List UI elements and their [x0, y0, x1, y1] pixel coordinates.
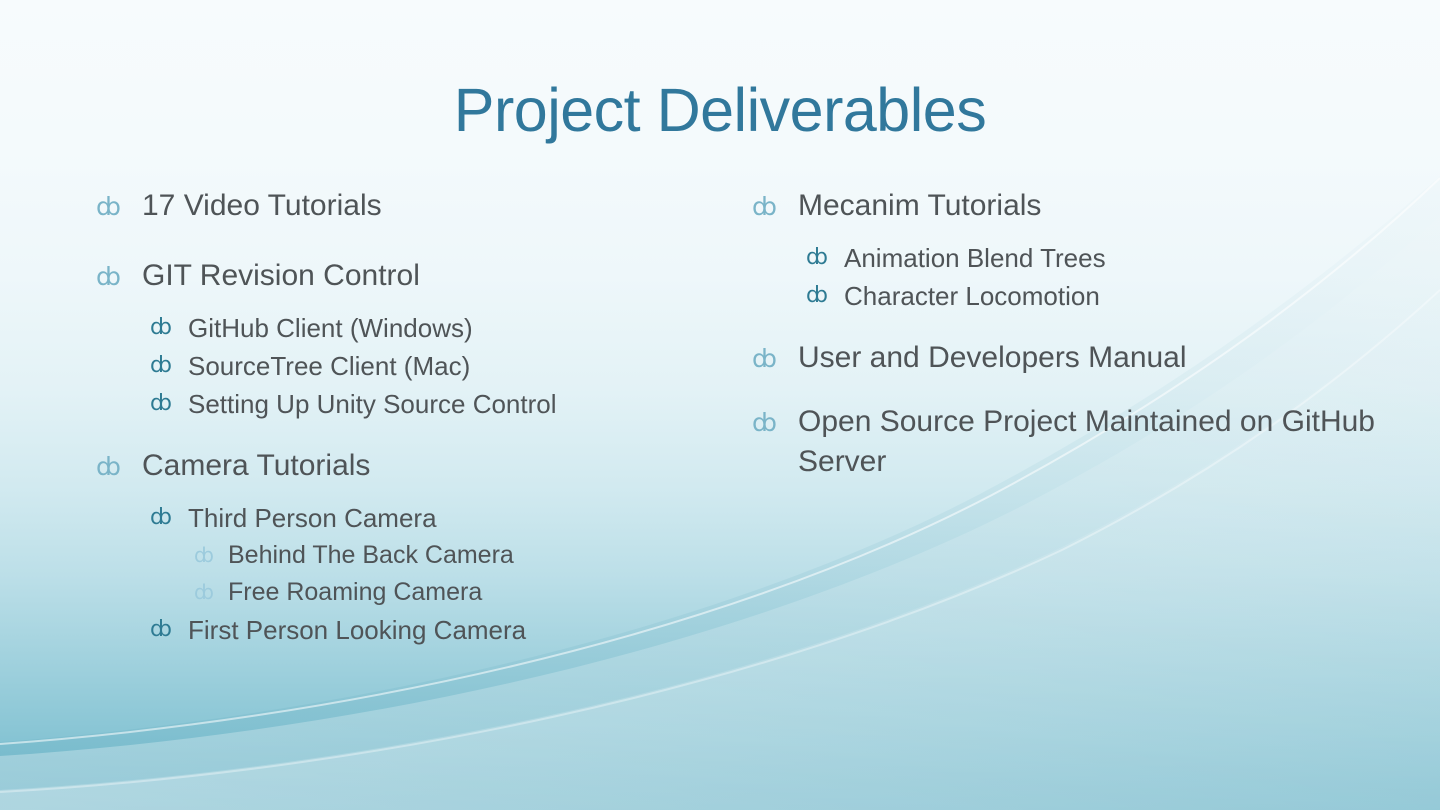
bullet-marker-icon: ȸ [806, 245, 828, 270]
bullet-text: Camera Tutorials [142, 449, 371, 482]
bullet-marker-icon: ȸ [752, 408, 777, 437]
bullet-text: First Person Looking Camera [188, 615, 527, 645]
bullet-item-setting-up-unity-source-control: ȸ Setting Up Unity Source Control [96, 386, 696, 422]
bullet-item-character-locomotion: ȸ Character Locomotion [752, 278, 1382, 314]
bullet-item-github-client-windows: ȸ GitHub Client (Windows) [96, 310, 696, 346]
bullet-text: Open Source Project Maintained on GitHub… [798, 405, 1375, 478]
left-content-column: ȸ 17 Video Tutorials ȸ GIT Revision Cont… [96, 186, 696, 650]
bullet-marker-icon: ȸ [96, 192, 121, 221]
bullet-marker-icon: ȸ [194, 543, 214, 567]
bullet-item-third-person-camera: ȸ Third Person Camera [96, 500, 696, 536]
bullet-text: 17 Video Tutorials [142, 189, 382, 222]
bullet-text: Character Locomotion [844, 281, 1100, 311]
bullet-marker-icon: ȸ [150, 353, 172, 378]
bullet-marker-icon: ȸ [150, 505, 172, 530]
bullet-item-sourcetree-client-mac: ȸ SourceTree Client (Mac) [96, 348, 696, 384]
bullet-text: Behind The Back Camera [228, 541, 514, 569]
bullet-marker-icon: ȸ [752, 192, 777, 221]
bullet-item-user-and-developers-manual: ȸ User and Developers Manual [752, 338, 1382, 378]
bullet-marker-icon: ȸ [150, 391, 172, 416]
bullet-marker-icon: ȸ [194, 580, 214, 604]
bullet-item-animation-blend-trees: ȸ Animation Blend Trees [752, 240, 1382, 276]
bullet-text: Setting Up Unity Source Control [188, 389, 557, 419]
bullet-marker-icon: ȸ [150, 617, 172, 642]
bullet-text: User and Developers Manual [798, 341, 1187, 374]
bullet-marker-icon: ȸ [806, 283, 828, 308]
bullet-item-camera-tutorials: ȸ Camera Tutorials [96, 446, 696, 486]
bullet-text: Free Roaming Camera [228, 578, 483, 606]
bullet-text: GIT Revision Control [142, 259, 420, 292]
bullet-text: Mecanim Tutorials [798, 189, 1042, 222]
bullet-item-video-tutorials: ȸ 17 Video Tutorials [96, 186, 696, 226]
bullet-item-free-roaming-camera: ȸ Free Roaming Camera [96, 575, 696, 610]
bullet-marker-icon: ȸ [150, 315, 172, 340]
bullet-text: Third Person Camera [188, 503, 437, 533]
presentation-slide: Project Deliverables ȸ 17 Video Tutorial… [0, 0, 1440, 810]
bullet-item-open-source-project: ȸ Open Source Project Maintained on GitH… [752, 402, 1382, 482]
bullet-text: GitHub Client (Windows) [188, 313, 473, 343]
bullet-text: SourceTree Client (Mac) [188, 351, 471, 381]
bullet-item-git-revision-control: ȸ GIT Revision Control [96, 256, 696, 296]
right-content-column: ȸ Mecanim Tutorials ȸ Animation Blend Tr… [752, 186, 1382, 496]
bullet-item-mecanim-tutorials: ȸ Mecanim Tutorials [752, 186, 1382, 226]
bullet-text: Animation Blend Trees [844, 243, 1106, 273]
slide-title: Project Deliverables [453, 76, 987, 144]
bullet-marker-icon: ȸ [96, 262, 121, 291]
bullet-marker-icon: ȸ [752, 344, 777, 373]
bullet-item-behind-the-back-camera: ȸ Behind The Back Camera [96, 538, 696, 573]
bullet-marker-icon: ȸ [96, 452, 121, 481]
bullet-item-first-person-looking-camera: ȸ First Person Looking Camera [96, 612, 696, 648]
